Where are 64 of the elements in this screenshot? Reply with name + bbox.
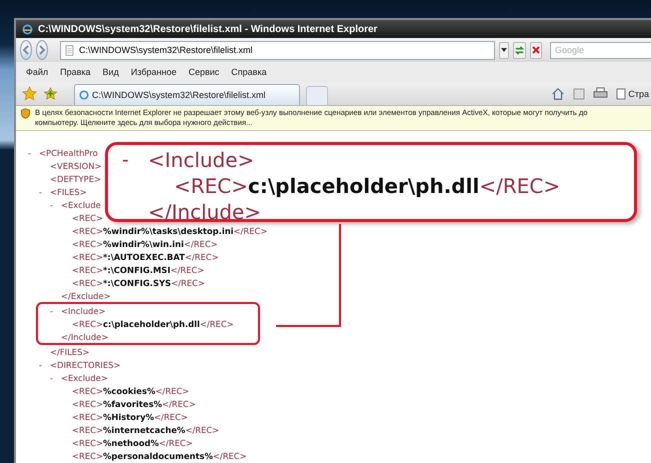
xml-line: <Include> — [61, 306, 106, 316]
menu-item[interactable]: Правка — [60, 67, 91, 77]
page-menu-button[interactable]: Стра — [616, 88, 649, 100]
dropdown-button[interactable] — [499, 42, 509, 58]
refresh-icon — [514, 44, 525, 56]
feeds-button[interactable] — [573, 88, 586, 100]
search-field[interactable]: Google — [550, 42, 651, 58]
xml-line: <REC>*:\CONFIG.SYS</REC> — [72, 278, 205, 288]
xml-line: </Exclude> — [61, 290, 111, 300]
menu-item[interactable]: Вид — [102, 67, 119, 77]
back-button[interactable] — [20, 40, 32, 60]
xml-line: <VERSION> — [50, 160, 102, 170]
shield-icon — [20, 108, 31, 119]
add-favorite-button[interactable] — [43, 86, 58, 101]
info-bar[interactable] — [16, 106, 651, 131]
xml-line: <Exclude> — [61, 372, 108, 382]
xml-line: <Include> — [148, 148, 254, 172]
page-icon — [64, 44, 75, 56]
xml-line: <REC>%windir%\tasks\desktop.ini</REC> — [72, 226, 268, 236]
collapse-toggle[interactable]: - — [50, 372, 61, 382]
page-icon — [616, 88, 626, 100]
xml-line: <PCHealthPro — [39, 148, 98, 158]
xml-line: <REC>%personaldocuments%</REC> — [72, 450, 247, 460]
collapse-toggle[interactable]: - — [39, 186, 50, 196]
xml-line: <DEFTYPE> — [50, 174, 102, 184]
collapse-toggle[interactable]: - — [28, 148, 39, 158]
print-button[interactable] — [593, 87, 608, 100]
close-icon — [531, 45, 541, 55]
caret-icon — [500, 46, 508, 54]
address-bar[interactable]: C:\WINDOWS\system32\Restore\filelist.xml — [60, 40, 495, 60]
globe-icon — [22, 24, 33, 34]
xml-line: <FILES> — [50, 186, 87, 196]
menu-item[interactable]: Справка — [231, 67, 267, 77]
xml-line: <REC> — [72, 212, 103, 222]
xml-line: <DIRECTORIES> — [50, 360, 121, 370]
xml-line: <REC>*:\CONFIG.MSI</REC> — [72, 264, 204, 274]
xml-line: </Include> — [61, 332, 108, 342]
collapse-toggle[interactable]: - — [122, 148, 148, 172]
address-field[interactable]: C:\WINDOWS\system32\Restore\filelist.xml — [79, 45, 494, 55]
stop-button[interactable] — [530, 42, 542, 58]
xml-line: <REC>%History%</REC> — [72, 412, 188, 422]
xml-line: <REC>%windir%\win.ini</REC> — [72, 238, 218, 248]
collapse-toggle[interactable]: - — [39, 360, 50, 370]
xml-line: <REC>c:\placeholder\ph.dll</REC> — [72, 318, 234, 328]
xml-line: <REC>*:\AUTOEXEC.BAT</REC> — [72, 252, 219, 262]
xml-line: <REC>%nethood%</REC> — [72, 438, 193, 448]
xml-line: <Exclude — [61, 200, 101, 210]
globe-icon — [79, 90, 89, 100]
xml-line: <REC>c:\placeholder\ph.dll</REC> — [174, 174, 560, 198]
xml-line: </FILES> — [50, 346, 90, 356]
forward-button[interactable] — [36, 40, 48, 60]
collapse-toggle[interactable]: - — [50, 306, 61, 316]
window-title: C:\WINDOWS\system32\Restore\filelist.xml - Windows Internet Explorer — [38, 24, 378, 34]
xml-line: <REC>%internetcache%</REC> — [72, 424, 220, 434]
xml-line: </Include> — [148, 200, 262, 224]
home-button[interactable] — [551, 86, 566, 100]
menu-item[interactable]: Файл — [26, 67, 48, 77]
menu-item[interactable]: Избранное — [130, 67, 176, 77]
xml-line: <REC>%favorites%</REC> — [72, 398, 196, 408]
xml-line: <REC>%cookies%</REC> — [72, 386, 190, 396]
browser-tab[interactable]: C:\WINDOWS\system32\Restore\filelist.xml — [74, 84, 300, 105]
menu-item[interactable]: Сервис — [188, 67, 220, 77]
collapse-toggle[interactable]: - — [50, 200, 61, 210]
favorites-button[interactable] — [22, 86, 37, 101]
